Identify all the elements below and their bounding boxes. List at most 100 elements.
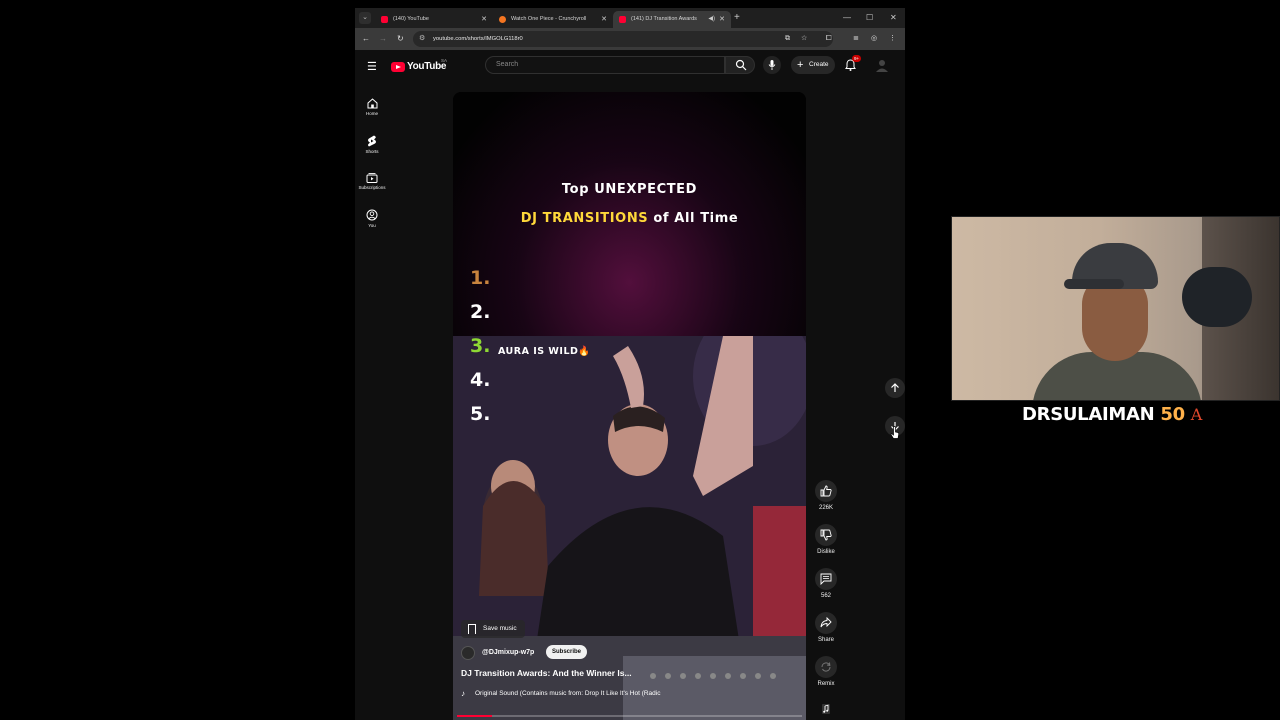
share-button[interactable]: Share xyxy=(813,612,839,643)
music-note-icon: ♪ xyxy=(461,690,465,697)
create-label: Create xyxy=(809,61,829,68)
url-field[interactable]: ⚙ youtube.com/shorts/IMGOLG118r0 xyxy=(413,31,833,47)
save-music-button[interactable]: Save music xyxy=(461,620,525,638)
microphone-icon xyxy=(768,60,776,70)
comments-button[interactable]: 562 xyxy=(813,568,839,599)
user-avatar-icon xyxy=(876,60,888,72)
reload-icon[interactable]: ↻ xyxy=(397,33,404,45)
sound-link[interactable]: ♪ Original Sound (Contains music from: D… xyxy=(461,690,791,697)
subscribe-button[interactable]: Subscribe xyxy=(546,645,588,659)
notifications-button[interactable]: 9+ xyxy=(845,55,862,76)
install-icon[interactable]: ⧉ xyxy=(785,34,790,44)
rank-3-caption-text: AURA IS WILD xyxy=(498,346,579,357)
home-icon xyxy=(367,98,377,109)
minimize-icon[interactable]: — xyxy=(843,11,851,25)
site-info-icon[interactable]: ⚙ xyxy=(419,34,425,42)
maximize-icon[interactable]: ☐ xyxy=(866,11,873,25)
sound-text: Original Sound (Contains music from: Dro… xyxy=(475,690,661,697)
sidebar-label: Shorts xyxy=(365,149,379,154)
star-icon[interactable]: ☆ xyxy=(801,34,807,44)
share-label: Share xyxy=(817,637,834,643)
remix-button[interactable]: Remix xyxy=(813,656,839,687)
streamer-name: DRSULAIMAN xyxy=(1022,404,1155,425)
video-progress-fill xyxy=(457,715,492,717)
comment-icon xyxy=(820,573,832,585)
tab-title: Watch One Piece - Crunchyroll xyxy=(511,16,587,22)
forward-icon[interactable]: → xyxy=(379,33,387,45)
tab-title: (141) DJ Transition Awards xyxy=(631,16,697,22)
youtube-favicon-icon xyxy=(619,16,626,23)
channel-name[interactable]: @DJmixup-w7p xyxy=(482,646,534,660)
save-music-label: Save music xyxy=(483,625,517,632)
share-icon xyxy=(820,617,832,628)
thumbs-up-icon xyxy=(820,485,832,497)
sidebar-item-shorts[interactable]: Shorts xyxy=(355,135,389,154)
search-icon xyxy=(735,59,747,71)
close-tab-icon[interactable]: ✕ xyxy=(601,11,607,28)
tab-list-icon[interactable]: ⌄ xyxy=(359,12,371,24)
create-button[interactable]: + Create xyxy=(791,56,835,74)
dislike-circle xyxy=(815,524,837,546)
close-tab-icon[interactable]: ✕ xyxy=(719,11,725,28)
close-tab-icon[interactable]: ✕ xyxy=(481,11,487,28)
hamburger-menu-icon[interactable]: ☰ xyxy=(367,60,377,73)
browser-window: ⌄ (140) YouTube ✕ Watch One Piece - Crun… xyxy=(355,8,905,720)
rank-3: 3. xyxy=(470,335,491,357)
notification-badge: 9+ xyxy=(852,55,862,62)
streamer-cap-bill xyxy=(1064,279,1124,289)
extensions-icon[interactable]: ⧠ xyxy=(826,34,832,44)
sound-thumbnail[interactable] xyxy=(813,702,839,720)
menu-icon[interactable]: ⋮ xyxy=(889,34,896,44)
profile-icon[interactable]: ◎ xyxy=(871,34,877,44)
bookmark-icon xyxy=(468,624,476,634)
search-input[interactable]: Search xyxy=(485,56,725,74)
tab-title: (140) YouTube xyxy=(393,16,429,22)
video-title[interactable]: DJ Transition Awards: And the Winner Is.… xyxy=(461,668,632,678)
screen: ⌄ (140) YouTube ✕ Watch One Piece - Crun… xyxy=(0,0,1280,720)
subscriptions-icon xyxy=(366,173,378,183)
sidebar-item-subscriptions[interactable]: Subscriptions xyxy=(355,172,389,190)
rank-3-caption: AURA IS WILD🔥 xyxy=(498,346,591,357)
sidebar-label: Subscriptions xyxy=(358,185,386,190)
address-bar: ← → ↻ ⚙ youtube.com/shorts/IMGOLG118r0 ⧉… xyxy=(355,28,905,50)
crunchyroll-favicon-icon xyxy=(499,16,506,23)
fire-emoji: 🔥 xyxy=(578,346,591,357)
rank-1: 1. xyxy=(470,267,491,289)
search-placeholder: Search xyxy=(496,61,519,68)
account-button[interactable] xyxy=(875,58,889,72)
short-video-player[interactable]: Top UNEXPECTED DJ TRANSITIONS of All Tim… xyxy=(453,92,806,720)
rank-2: 2. xyxy=(470,301,491,323)
back-icon[interactable]: ← xyxy=(362,33,370,45)
remix-label: Remix xyxy=(817,681,835,687)
audio-track-icon xyxy=(822,704,830,714)
video-progress-bar[interactable] xyxy=(457,715,802,717)
dislike-label: Dislike xyxy=(817,549,835,555)
mouse-cursor-icon xyxy=(890,426,900,439)
remix-circle xyxy=(815,656,837,678)
dislike-button[interactable]: Dislike xyxy=(813,524,839,555)
sidebar-item-you[interactable]: You xyxy=(355,209,389,228)
video-frame xyxy=(453,306,806,720)
close-window-icon[interactable]: ✕ xyxy=(890,11,897,25)
search-button[interactable] xyxy=(725,56,755,74)
channel-avatar[interactable] xyxy=(461,646,475,660)
country-code: SA xyxy=(441,58,448,63)
speaker-icon[interactable]: ◀) xyxy=(708,11,715,28)
tab-youtube-home[interactable]: (140) YouTube ✕ xyxy=(375,11,493,28)
you-icon xyxy=(366,209,378,221)
sidebar-label: Home xyxy=(365,111,378,116)
youtube-page: ☰ YouTube SA Search + Create 9+ Home Sho… xyxy=(355,50,905,720)
new-tab-icon[interactable]: + xyxy=(734,11,740,25)
youtube-play-icon xyxy=(391,62,405,72)
rank-5: 5. xyxy=(470,403,491,425)
like-button[interactable]: 226K xyxy=(813,480,839,511)
reading-list-icon[interactable]: ≣ xyxy=(853,34,859,44)
comments-circle xyxy=(815,568,837,590)
previous-short-button[interactable] xyxy=(885,378,905,398)
voice-search-button[interactable] xyxy=(763,56,781,74)
headphones-shape xyxy=(1182,267,1252,327)
sidebar-item-home[interactable]: Home xyxy=(355,98,389,116)
tab-crunchyroll[interactable]: Watch One Piece - Crunchyroll ✕ xyxy=(493,11,613,28)
tab-dj-transition[interactable]: (141) DJ Transition Awards ◀) ✕ xyxy=(613,11,731,28)
url-text: youtube.com/shorts/IMGOLG118r0 xyxy=(433,36,523,42)
